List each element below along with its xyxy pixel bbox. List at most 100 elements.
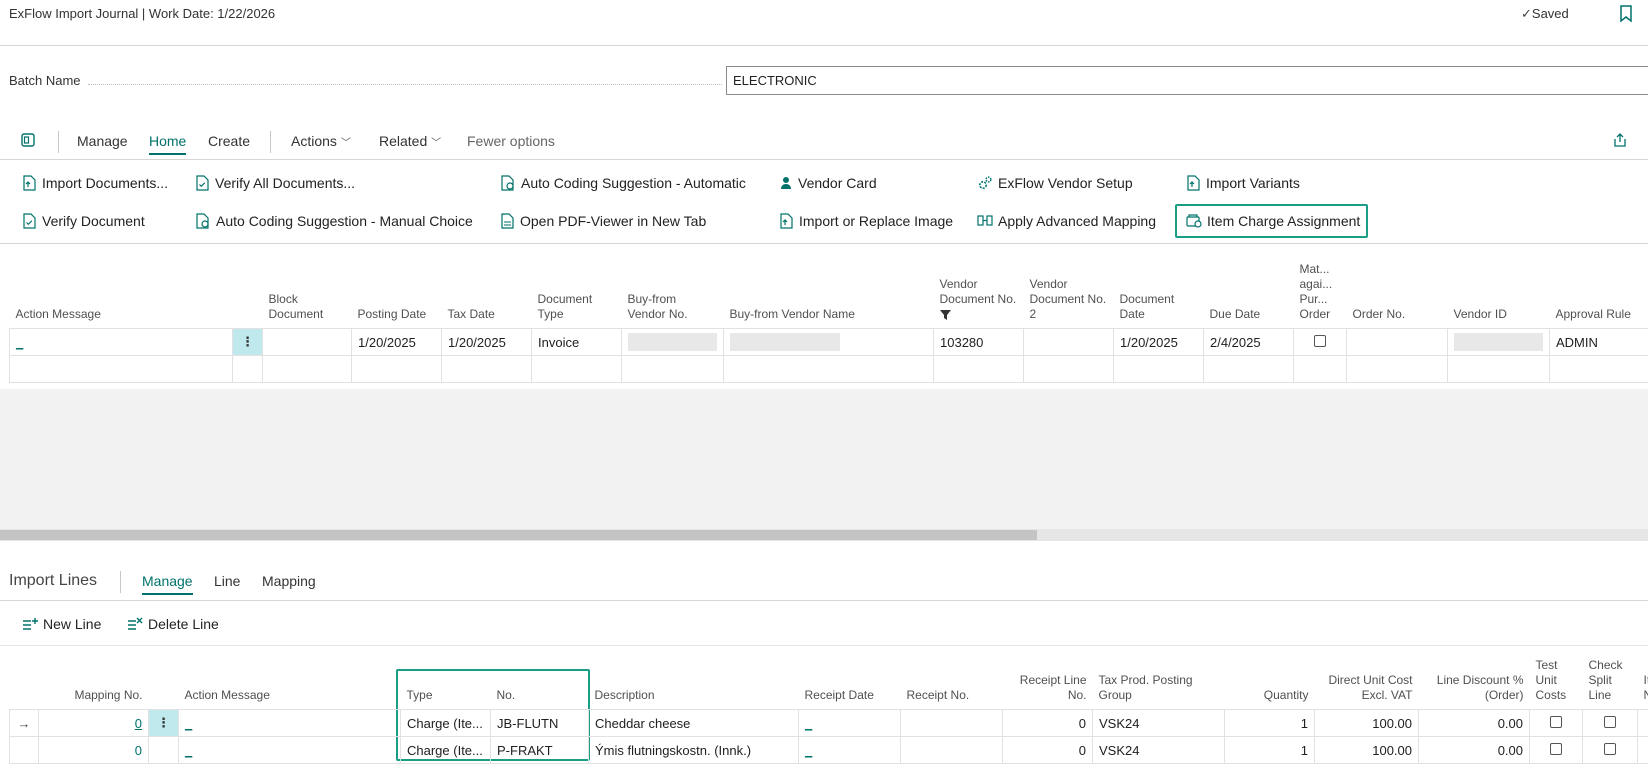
item-receipt-no-cell[interactable]	[1637, 736, 1648, 764]
document-type-cell[interactable]: Invoice	[531, 328, 622, 356]
col-posting-date[interactable]: Posting Date	[352, 262, 442, 329]
action-message-cell[interactable]: _	[9, 328, 233, 356]
col-matched-order[interactable]: Mat... agai... Pur... Order	[1294, 262, 1347, 329]
vendor-name-cell[interactable]	[723, 328, 934, 356]
col-receipt-date[interactable]: Receipt Date	[799, 658, 901, 710]
col-receipt-no[interactable]: Receipt No.	[901, 658, 1003, 710]
check-split-line-cell[interactable]	[1582, 736, 1638, 764]
row-menu-button[interactable]: ⋮	[148, 709, 179, 737]
action-message-cell[interactable]: _	[178, 709, 401, 737]
table-row[interactable]: 0 _ Charge (Ite... P-FRAKT Ýmis flutning…	[9, 736, 1648, 764]
mapping-no-cell[interactable]: 0	[38, 709, 149, 737]
col-type[interactable]: Type	[401, 658, 491, 710]
receipt-line-no-cell[interactable]: 0	[1002, 736, 1093, 764]
order-no-cell[interactable]	[1346, 328, 1448, 356]
vendor-card-button[interactable]: Vendor Card	[779, 175, 877, 191]
unit-cost-cell[interactable]: 100.00	[1314, 736, 1419, 764]
unit-cost-cell[interactable]: 100.00	[1314, 709, 1419, 737]
vendor-id-cell[interactable]	[1447, 328, 1550, 356]
col-mapping-no[interactable]: Mapping No.	[39, 658, 149, 710]
type-cell[interactable]: Charge (Ite...	[400, 736, 491, 764]
col-no[interactable]: No.	[491, 658, 589, 710]
checkbox[interactable]	[1550, 715, 1562, 728]
col-vendor-document-no-2[interactable]: Vendor Document No. 2	[1024, 262, 1114, 329]
col-tax-prod-posting-group[interactable]: Tax Prod. Posting Group	[1093, 658, 1225, 710]
verify-all-documents-button[interactable]: Verify All Documents...	[195, 175, 355, 191]
col-action-message[interactable]: Action Message	[179, 658, 401, 710]
checkbox[interactable]	[1604, 715, 1616, 728]
lines-tab-manage[interactable]: Manage	[142, 573, 193, 595]
col-action-message[interactable]: Action Message	[10, 262, 233, 329]
share-icon[interactable]	[1612, 132, 1628, 151]
scrollbar-thumb[interactable]	[0, 530, 1037, 540]
no-cell[interactable]: P-FRAKT	[490, 736, 589, 764]
tab-home[interactable]: Home	[149, 133, 187, 155]
item-receipt-no-cell[interactable]	[1637, 709, 1648, 737]
col-check-split-line[interactable]: Check Split Line	[1583, 658, 1638, 710]
checkbox[interactable]	[1314, 334, 1326, 347]
receipt-date-cell[interactable]: _	[798, 736, 901, 764]
block-document-cell[interactable]	[262, 328, 352, 356]
col-receipt-line-no[interactable]: Receipt Line No.	[1003, 658, 1093, 710]
col-document-type[interactable]: Document Type	[532, 262, 622, 329]
checkbox[interactable]	[1604, 742, 1616, 755]
tab-actions[interactable]: Actions ﹀	[291, 133, 351, 149]
col-buy-from-vendor-no[interactable]: Buy-from Vendor No.	[622, 262, 724, 329]
approval-rule-cell[interactable]: ADMIN	[1549, 328, 1648, 356]
lines-tab-line[interactable]: Line	[214, 573, 240, 589]
table-row[interactable]	[9, 355, 1648, 383]
tab-create[interactable]: Create	[208, 133, 250, 149]
vendor-no-cell[interactable]	[621, 328, 724, 356]
quantity-cell[interactable]: 1	[1224, 709, 1315, 737]
test-unit-costs-cell[interactable]	[1529, 736, 1583, 764]
page-toggle-icon[interactable]	[20, 132, 36, 151]
vendor-document-no-cell[interactable]: 103280	[933, 328, 1024, 356]
delete-line-button[interactable]: Delete Line	[127, 616, 219, 632]
col-direct-unit-cost[interactable]: Direct Unit Cost Excl. VAT	[1315, 658, 1419, 710]
no-cell[interactable]: JB-FLUTN	[490, 709, 589, 737]
table-row[interactable]: _ ⋮ 1/20/2025 1/20/2025 Invoice 103280 1…	[9, 328, 1648, 356]
auto-coding-automatic-button[interactable]: Auto Coding Suggestion - Automatic	[500, 175, 746, 191]
col-document-date[interactable]: Document Date	[1114, 262, 1204, 329]
document-date-cell[interactable]: 1/20/2025	[1113, 328, 1204, 356]
batch-name-input[interactable]	[726, 66, 1648, 95]
col-vendor-id[interactable]: Vendor ID	[1448, 262, 1550, 329]
apply-advanced-mapping-button[interactable]: Apply Advanced Mapping	[977, 213, 1156, 229]
item-charge-assignment-button[interactable]: Item Charge Assignment	[1186, 213, 1360, 229]
checkbox[interactable]	[1550, 742, 1562, 755]
discount-cell[interactable]: 0.00	[1418, 736, 1530, 764]
col-description[interactable]: Description	[589, 658, 799, 710]
col-block-document[interactable]: Block Document	[263, 262, 352, 329]
lines-tab-mapping[interactable]: Mapping	[262, 573, 316, 589]
verify-document-button[interactable]: Verify Document	[22, 213, 145, 229]
description-cell[interactable]: Ýmis flutningskostn. (Innk.)	[588, 736, 799, 764]
discount-cell[interactable]: 0.00	[1418, 709, 1530, 737]
check-split-line-cell[interactable]	[1582, 709, 1638, 737]
test-unit-costs-cell[interactable]	[1529, 709, 1583, 737]
action-message-cell[interactable]: _	[178, 736, 401, 764]
exflow-vendor-setup-button[interactable]: ExFlow Vendor Setup	[977, 175, 1133, 191]
import-variants-button[interactable]: Import Variants	[1186, 175, 1300, 191]
fewer-options-button[interactable]: Fewer options	[467, 133, 555, 149]
tax-group-cell[interactable]: VSK24	[1092, 736, 1225, 764]
tab-related[interactable]: Related ﹀	[379, 133, 441, 149]
col-quantity[interactable]: Quantity	[1225, 658, 1315, 710]
import-replace-image-button[interactable]: Import or Replace Image	[779, 213, 953, 229]
tax-group-cell[interactable]: VSK24	[1092, 709, 1225, 737]
mapping-no-cell[interactable]: 0	[38, 736, 149, 764]
matched-order-cell[interactable]	[1293, 328, 1347, 356]
col-approval-rule[interactable]: Approval Rule	[1550, 262, 1648, 329]
col-vendor-document-no[interactable]: Vendor Document No.	[934, 262, 1024, 329]
import-documents-button[interactable]: Import Documents...	[22, 175, 168, 191]
col-tax-date[interactable]: Tax Date	[442, 262, 532, 329]
bookmark-icon[interactable]	[1619, 5, 1633, 26]
col-test-unit-costs[interactable]: Test Unit Costs	[1530, 658, 1583, 710]
quantity-cell[interactable]: 1	[1224, 736, 1315, 764]
new-line-button[interactable]: New Line	[22, 616, 101, 632]
receipt-line-no-cell[interactable]: 0	[1002, 709, 1093, 737]
table-row[interactable]: → 0 ⋮ _ Charge (Ite... JB-FLUTN Cheddar …	[9, 709, 1648, 737]
col-line-discount[interactable]: Line Discount % (Order)	[1419, 658, 1530, 710]
receipt-no-cell[interactable]	[900, 736, 1003, 764]
open-pdf-viewer-button[interactable]: Open PDF-Viewer in New Tab	[500, 213, 706, 229]
description-cell[interactable]: Cheddar cheese	[588, 709, 799, 737]
